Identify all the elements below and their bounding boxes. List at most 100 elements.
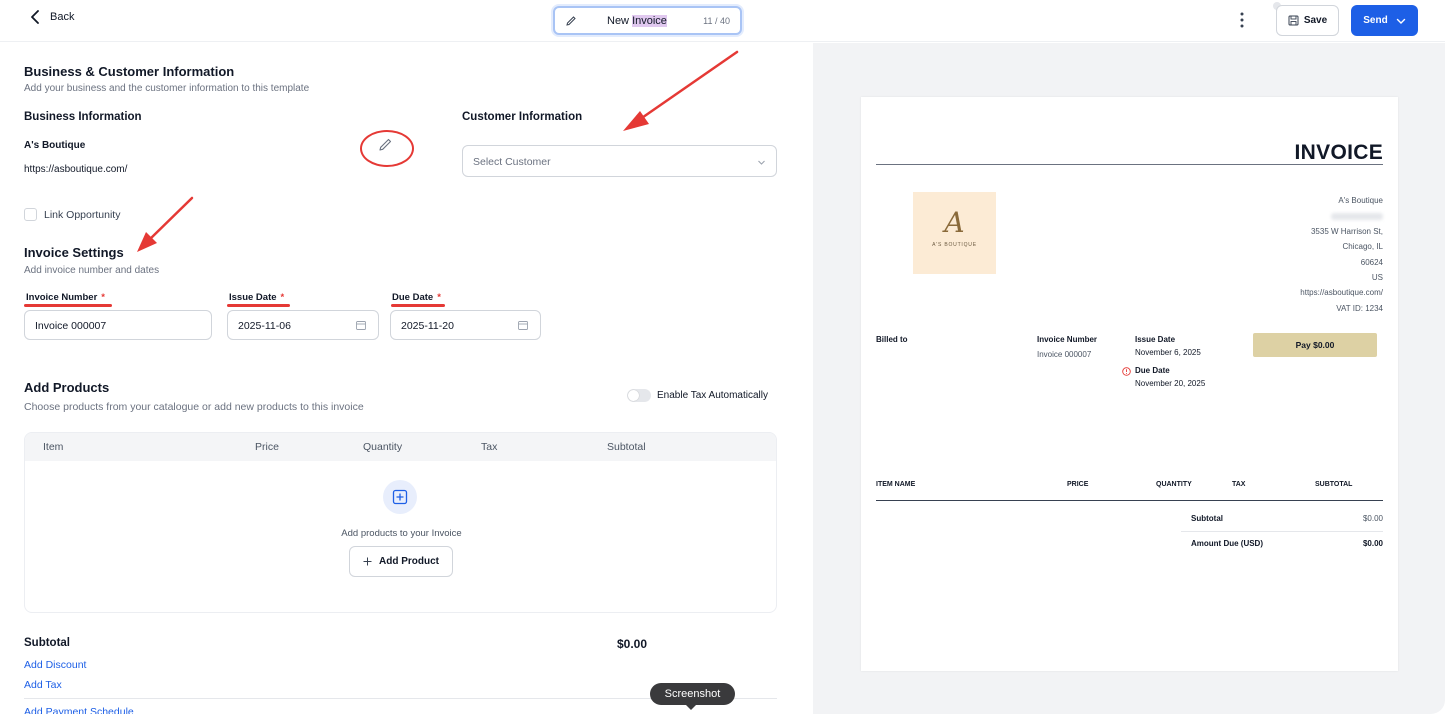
preview-biz-url: https://asboutique.com/ — [1300, 288, 1383, 298]
annotation-underline — [391, 304, 445, 307]
add-product-illustration — [383, 480, 417, 514]
preview-table-rule — [876, 500, 1383, 501]
business-url: https://asboutique.com/ — [24, 164, 128, 175]
business-logo: A A'S BOUTIQUE — [913, 192, 996, 274]
invoice-settings-subtitle: Add invoice number and dates — [24, 265, 160, 276]
preview-biz-city: Chicago, IL — [1342, 242, 1383, 252]
edit-business-pencil-icon[interactable] — [377, 137, 393, 153]
send-button[interactable]: Send — [1351, 5, 1418, 36]
add-product-label: Add Product — [379, 556, 439, 567]
preview-issue-date-label: Issue Date — [1135, 335, 1176, 344]
alert-circle-icon — [1122, 367, 1131, 376]
column-header-quantity: Quantity — [363, 441, 403, 453]
save-label: Save — [1303, 15, 1328, 26]
products-table-header: Item Price Quantity Tax Subtotal — [25, 433, 776, 461]
column-header-price: Price — [255, 441, 279, 453]
customer-info-heading: Customer Information — [462, 111, 583, 123]
invoice-title-input[interactable]: New Invoice 11 / 40 — [553, 6, 742, 35]
column-header-item: Item — [43, 441, 64, 453]
enable-tax-toggle[interactable] — [627, 389, 651, 402]
preview-subtotal-value: $0.00 — [1362, 514, 1383, 523]
screenshot-tooltip: Screenshot — [650, 683, 735, 705]
preview-amount-due-value: $0.00 — [1362, 539, 1383, 548]
preview-subtotal-rule — [1181, 531, 1383, 532]
enable-tax-label: Enable Tax Automatically — [657, 390, 768, 401]
invoice-number-value: Invoice 000007 — [35, 320, 107, 332]
logo-monogram: A — [944, 206, 965, 239]
preview-col-price: PRICE — [1067, 481, 1089, 488]
add-product-button[interactable]: Add Product — [349, 546, 453, 577]
app-window: Back New Invoice 11 / 40 Save Send Busin… — [0, 0, 1445, 714]
invoice-number-input[interactable]: Invoice 000007 — [24, 310, 212, 340]
invoice-number-label: Invoice Number * — [26, 292, 105, 303]
preview-invoice-number-value: Invoice 000007 — [1037, 350, 1092, 359]
annotation-underline — [227, 304, 290, 307]
invoice-preview-pane: INVOICE A A'S BOUTIQUE A's Boutique 3535… — [813, 43, 1445, 714]
preview-subtotal-label: Subtotal — [1191, 514, 1223, 523]
subtotal-value: $0.00 — [617, 637, 648, 651]
more-options-icon[interactable] — [1236, 11, 1248, 29]
tooltip-pointer — [686, 705, 696, 710]
calendar-icon — [356, 321, 366, 330]
invoice-settings-title: Invoice Settings — [24, 245, 124, 260]
business-customer-title: Business & Customer Information — [24, 64, 235, 79]
due-date-value: 2025-11-20 — [401, 320, 454, 332]
business-name: A's Boutique — [24, 140, 86, 151]
preview-due-date-value: November 20, 2025 — [1135, 379, 1206, 388]
chevron-left-icon — [31, 10, 39, 24]
calendar-icon — [518, 321, 528, 330]
preview-title-rule — [876, 164, 1383, 165]
send-label: Send — [1363, 15, 1388, 26]
chevron-down-icon — [1396, 18, 1405, 24]
issue-date-input[interactable]: 2025-11-06 — [227, 310, 379, 340]
back-label: Back — [50, 11, 75, 23]
preview-amount-due-label: Amount Due (USD) — [1191, 539, 1263, 548]
add-tax-link[interactable]: Add Tax — [24, 679, 62, 691]
preview-biz-vat: VAT ID: 1234 — [1336, 303, 1383, 313]
column-header-subtotal: Subtotal — [607, 441, 646, 453]
plus-icon — [363, 557, 372, 566]
preview-col-tax: TAX — [1232, 481, 1246, 488]
subtotal-label: Subtotal — [24, 637, 70, 649]
title-char-counter: 11 / 40 — [703, 16, 730, 26]
preview-biz-country: US — [1371, 273, 1383, 283]
add-payment-schedule-link[interactable]: Add Payment Schedule — [24, 706, 134, 714]
products-table: Item Price Quantity Tax Subtotal Add pro… — [24, 432, 777, 613]
back-button[interactable]: Back — [30, 10, 74, 24]
logo-brand-text: A'S BOUTIQUE — [932, 242, 977, 248]
preview-invoice-number-label: Invoice Number — [1037, 335, 1098, 344]
preview-biz-name: A's Boutique — [1338, 196, 1383, 205]
top-bar: Back New Invoice 11 / 40 Save Send — [0, 0, 1445, 42]
products-empty-message: Add products to your Invoice — [341, 528, 462, 539]
select-customer-placeholder: Select Customer — [473, 156, 551, 168]
preview-due-date-label: Due Date — [1135, 366, 1170, 375]
select-customer-dropdown[interactable]: Select Customer — [462, 145, 777, 177]
preview-pay-button[interactable]: Pay $0.00 — [1253, 333, 1377, 357]
plus-square-icon — [392, 489, 408, 505]
toggle-knob — [628, 390, 639, 401]
invoice-title-text: New Invoice — [607, 15, 667, 27]
issue-date-value: 2025-11-06 — [238, 320, 291, 332]
pencil-icon — [566, 16, 576, 26]
preview-col-item-name: ITEM NAME — [876, 481, 916, 488]
due-date-input[interactable]: 2025-11-20 — [390, 310, 541, 340]
link-opportunity-label: Link Opportunity — [44, 209, 121, 221]
invoice-preview-paper: INVOICE A A'S BOUTIQUE A's Boutique 3535… — [861, 97, 1398, 671]
issue-date-label: Issue Date * — [229, 292, 285, 303]
chevron-down-icon — [758, 160, 765, 165]
floppy-disk-icon — [1288, 15, 1299, 26]
invoice-form-pane: Business & Customer Information Add your… — [0, 43, 795, 714]
preview-invoice-title: INVOICE — [1294, 141, 1383, 164]
due-date-label: Due Date * — [392, 292, 441, 303]
preview-biz-street: 3535 W Harrison St, — [1310, 226, 1383, 236]
preview-col-subtotal: SUBTOTAL — [1315, 481, 1353, 488]
save-button[interactable]: Save — [1276, 5, 1339, 36]
add-discount-link[interactable]: Add Discount — [24, 659, 86, 671]
add-products-subtitle: Choose products from your catalogue or a… — [24, 401, 364, 413]
preview-issue-date-value: November 6, 2025 — [1135, 348, 1201, 357]
annotation-underline — [24, 304, 112, 307]
business-info-heading: Business Information — [24, 111, 142, 123]
preview-biz-zip: 60624 — [1360, 257, 1383, 267]
preview-biz-redacted — [1300, 208, 1383, 223]
link-opportunity-checkbox[interactable] — [24, 208, 37, 221]
